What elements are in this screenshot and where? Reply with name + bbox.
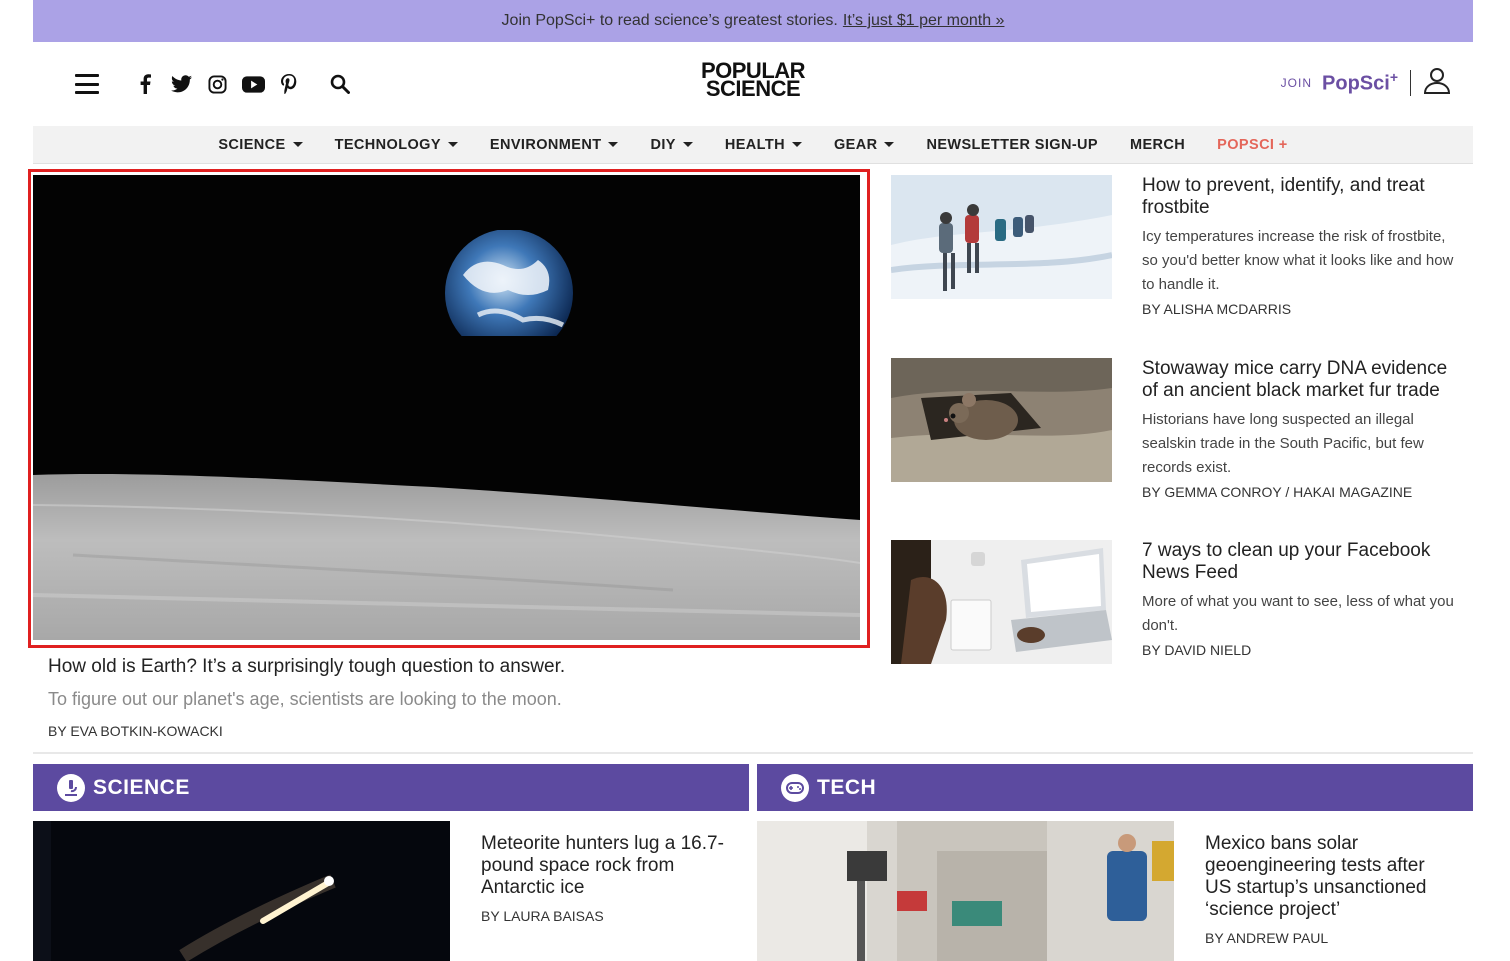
- story-image-laptop[interactable]: [891, 540, 1112, 664]
- popsci-plus-sign: +: [1389, 69, 1398, 86]
- tech-story-byline[interactable]: BY ANDREW PAUL: [1205, 930, 1328, 946]
- caret-down-icon: [682, 142, 693, 147]
- story-card: Stowaway mice carry DNA evidence of an a…: [891, 358, 1461, 508]
- promo-link[interactable]: It’s just $1 per month »: [843, 12, 1005, 30]
- story-card: How to prevent, identify, and treat fros…: [891, 175, 1461, 325]
- instagram-icon[interactable]: [199, 70, 235, 98]
- nav-popsci-plus-label: POPSCI +: [1217, 136, 1288, 153]
- nav-environment-label: ENVIRONMENT: [489, 136, 602, 153]
- nav-technology-label: TECHNOLOGY: [334, 136, 441, 153]
- youtube-icon[interactable]: [235, 70, 271, 98]
- site-logo[interactable]: POPULAR SCIENCE: [701, 60, 806, 101]
- story-image-mouse[interactable]: [891, 358, 1112, 482]
- nav-newsletter-label: NEWSLETTER SIGN-UP: [926, 136, 1098, 153]
- menu-icon[interactable]: [75, 74, 99, 94]
- story-description: Icy temperatures increase the risk of fr…: [1142, 228, 1454, 293]
- nav-science[interactable]: SCIENCE: [218, 136, 303, 153]
- story-description: More of what you want to see, less of wh…: [1142, 593, 1454, 634]
- tech-image-lab[interactable]: [757, 821, 1174, 961]
- hero-title[interactable]: How old is Earth? It’s a surprisingly to…: [48, 656, 565, 678]
- caret-down-icon: [884, 142, 895, 147]
- nav-newsletter[interactable]: NEWSLETTER SIGN-UP: [926, 137, 1098, 153]
- story-title[interactable]: How to prevent, identify, and treat fros…: [1142, 175, 1462, 219]
- nav-diy[interactable]: DIY: [650, 136, 693, 153]
- hero-divider: [33, 752, 1473, 754]
- science-story-title[interactable]: Meteorite hunters lug a 16.7-pound space…: [481, 833, 731, 899]
- nav-merch[interactable]: MERCH: [1130, 137, 1185, 153]
- nav-health-label: HEALTH: [724, 136, 785, 153]
- nav-environment[interactable]: ENVIRONMENT: [490, 137, 619, 153]
- section-label-tech: TECH: [817, 775, 877, 799]
- main-nav: SCIENCE TECHNOLOGY ENVIRONMENT DIY HEALT…: [33, 126, 1473, 164]
- header-divider: [1410, 69, 1411, 96]
- story-image-hikers[interactable]: [891, 175, 1112, 299]
- facebook-icon[interactable]: [127, 70, 163, 98]
- story-description: Historians have long suspected an illega…: [1142, 411, 1424, 476]
- science-image-rocket[interactable]: [33, 821, 450, 961]
- nav-health[interactable]: HEALTH: [725, 137, 802, 153]
- hero-highlight-frame: [28, 169, 870, 648]
- popsci-brand: PopSci: [1322, 72, 1390, 95]
- section-header-science[interactable]: SCIENCE: [33, 764, 749, 811]
- caret-down-icon: [447, 142, 458, 147]
- tech-story-title[interactable]: Mexico bans solar geoengineering tests a…: [1205, 833, 1455, 921]
- twitter-icon[interactable]: [163, 70, 199, 98]
- logo-line-2: SCIENCE: [705, 76, 801, 101]
- pinterest-icon[interactable]: [271, 70, 307, 98]
- story-byline[interactable]: BY ALISHA MCDARRIS: [1142, 301, 1291, 317]
- hero-subtitle: To figure out our planet's age, scientis…: [48, 689, 562, 709]
- join-label[interactable]: JOIN: [1281, 76, 1312, 90]
- section-header-tech[interactable]: TECH: [757, 764, 1473, 811]
- promo-banner: Join PopSci+ to read science’s greatest …: [33, 0, 1473, 42]
- caret-down-icon: [292, 142, 303, 147]
- story-card: 7 ways to clean up your Facebook News Fe…: [891, 540, 1461, 670]
- caret-down-icon: [791, 142, 802, 147]
- nav-popsci-plus[interactable]: POPSCI +: [1217, 137, 1288, 153]
- hero-byline[interactable]: BY EVA BOTKIN-KOWACKI: [48, 723, 223, 739]
- story-byline[interactable]: BY GEMMA CONROY / HAKAI MAGAZINE: [1142, 484, 1412, 500]
- search-icon[interactable]: [326, 70, 354, 98]
- nav-science-label: SCIENCE: [218, 136, 286, 153]
- gamepad-icon: [781, 773, 809, 802]
- microscope-icon: [57, 773, 85, 802]
- nav-gear[interactable]: GEAR: [834, 137, 895, 153]
- popsci-plus-link[interactable]: PopSci+: [1322, 69, 1398, 96]
- nav-diy-label: DIY: [650, 136, 676, 153]
- section-label-science: SCIENCE: [93, 775, 190, 799]
- nav-merch-label: MERCH: [1130, 136, 1186, 153]
- nav-technology[interactable]: TECHNOLOGY: [335, 137, 458, 153]
- promo-text: Join PopSci+ to read science’s greatest …: [501, 12, 838, 29]
- nav-gear-label: GEAR: [833, 136, 878, 153]
- science-story-byline[interactable]: BY LAURA BAISAS: [481, 908, 604, 924]
- story-byline[interactable]: BY DAVID NIELD: [1142, 642, 1251, 658]
- site-header: POPULAR SCIENCE JOIN PopSci+: [33, 42, 1473, 126]
- story-title[interactable]: 7 ways to clean up your Facebook News Fe…: [1142, 540, 1462, 584]
- caret-down-icon: [608, 142, 619, 147]
- story-title[interactable]: Stowaway mice carry DNA evidence of an a…: [1142, 358, 1462, 402]
- user-account-icon[interactable]: [1423, 66, 1451, 99]
